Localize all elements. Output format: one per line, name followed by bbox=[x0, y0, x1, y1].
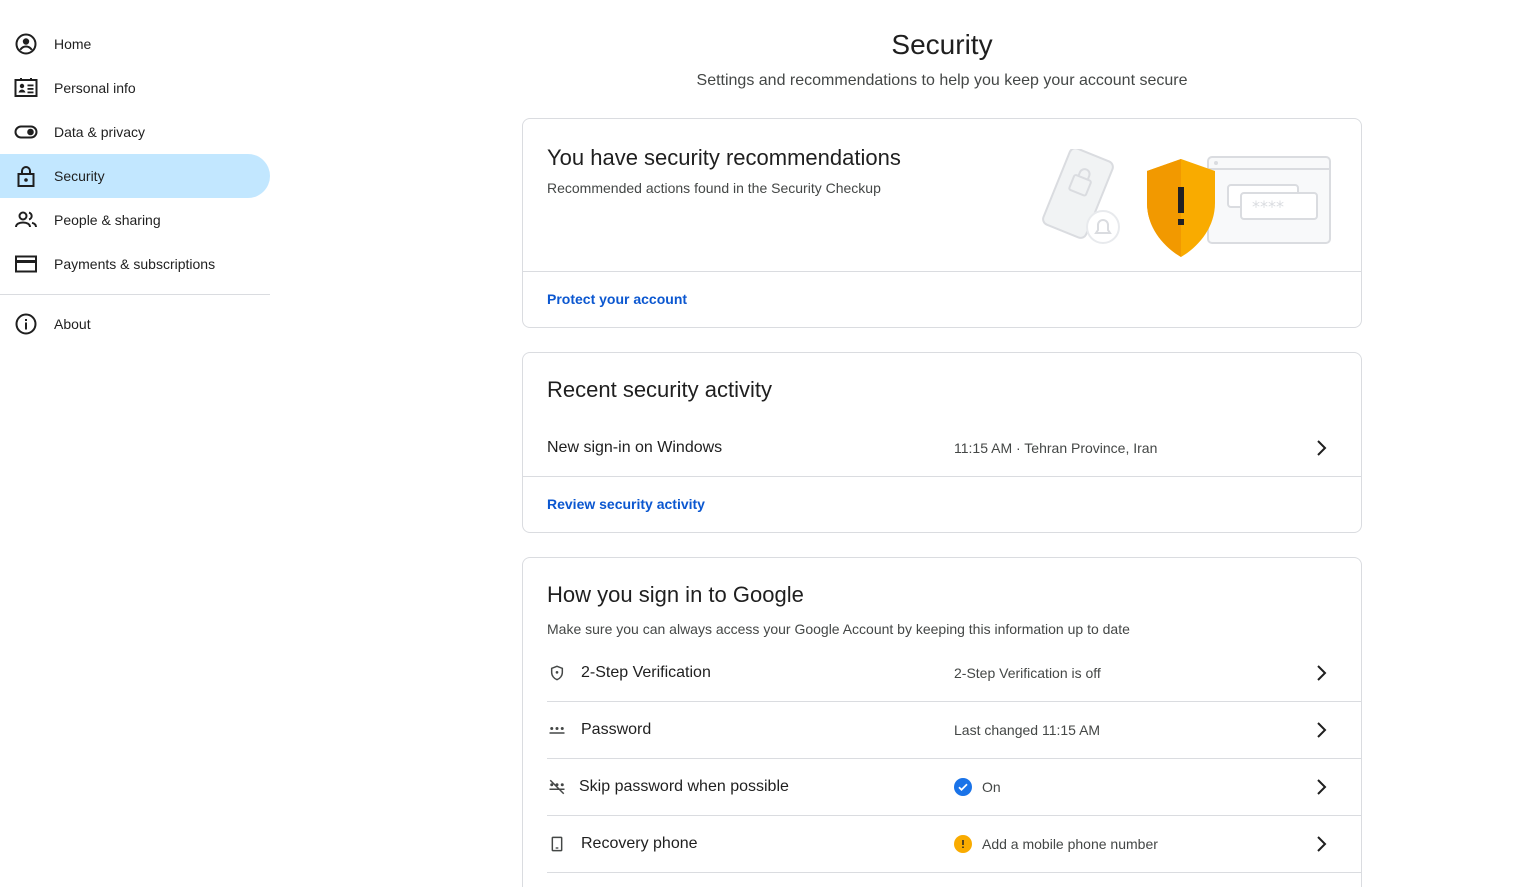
credit-card-icon bbox=[14, 252, 38, 276]
row-label: Skip password when possible bbox=[579, 778, 789, 795]
sidebar-item-label: Payments & subscriptions bbox=[54, 256, 216, 272]
sidebar-item-personal-info[interactable]: Personal info bbox=[0, 66, 270, 110]
signin-title: How you sign in to Google bbox=[547, 582, 804, 607]
activity-row[interactable]: New sign-in on Windows 11:15 AM · Tehran… bbox=[523, 420, 1361, 476]
row-value: 2-Step Verification is off bbox=[954, 665, 1101, 681]
row-value: Add a mobile phone number bbox=[982, 836, 1158, 852]
recommendations-title: You have security recommendations bbox=[547, 145, 901, 170]
row-value: On bbox=[982, 779, 1001, 795]
row-value-wrap: Add a mobile phone number bbox=[954, 835, 1309, 853]
sidebar-item-label: About bbox=[54, 316, 91, 332]
svg-text:****: **** bbox=[1252, 197, 1284, 216]
sidebar-nav: Home Personal info Data & privacy Securi… bbox=[0, 0, 270, 872]
activity-event-label: New sign-in on Windows bbox=[547, 439, 723, 456]
sidebar-item-payments[interactable]: Payments & subscriptions bbox=[0, 242, 270, 286]
row-label: 2-Step Verification bbox=[581, 664, 711, 681]
signin-card: How you sign in to Google Make sure you … bbox=[522, 557, 1362, 887]
password-row[interactable]: Password Last changed 11:15 AM bbox=[523, 702, 1361, 758]
chevron-right-icon bbox=[1309, 436, 1333, 460]
sidebar-item-label: Security bbox=[54, 168, 105, 184]
row-value-wrap: On bbox=[954, 778, 1309, 796]
security-illustration: **** bbox=[1033, 147, 1333, 261]
account-circle-icon bbox=[14, 32, 38, 56]
warning-icon bbox=[954, 835, 972, 853]
sidebar-item-label: Personal info bbox=[54, 80, 136, 96]
page-title: Security bbox=[891, 29, 993, 60]
recent-activity-card: Recent security activity New sign-in on … bbox=[522, 352, 1362, 533]
check-circle-icon bbox=[954, 778, 972, 796]
card-divider bbox=[523, 271, 1361, 272]
toggle-icon bbox=[14, 120, 38, 144]
phone-icon bbox=[547, 834, 567, 854]
sidebar-item-about[interactable]: About bbox=[0, 302, 270, 346]
card-divider bbox=[523, 476, 1361, 477]
two-step-row[interactable]: 2-Step Verification 2-Step Verification … bbox=[523, 645, 1361, 701]
sidebar-item-label: Data & privacy bbox=[54, 124, 146, 140]
protect-account-link[interactable]: Protect your account bbox=[547, 291, 687, 307]
id-card-icon bbox=[14, 76, 38, 100]
sidebar-item-data-privacy[interactable]: Data & privacy bbox=[0, 110, 270, 154]
sidebar-item-label: Home bbox=[54, 36, 92, 52]
people-icon bbox=[14, 208, 38, 232]
sidebar-item-label: People & sharing bbox=[54, 212, 161, 228]
review-activity-link[interactable]: Review security activity bbox=[547, 496, 705, 512]
password-dots-icon bbox=[547, 720, 567, 740]
row-value: Last changed 11:15 AM bbox=[954, 722, 1101, 738]
chevron-right-icon bbox=[1309, 661, 1333, 685]
activity-title: Recent security activity bbox=[547, 377, 772, 402]
info-icon bbox=[14, 312, 38, 336]
lock-icon bbox=[14, 164, 38, 188]
row-label: Recovery phone bbox=[581, 835, 698, 852]
sidebar-item-security[interactable]: Security bbox=[0, 154, 270, 198]
signin-description: Make sure you can always access your Goo… bbox=[547, 621, 1130, 637]
skip-password-row[interactable]: Skip password when possible On bbox=[523, 759, 1361, 815]
activity-event-detail: 11:15 AM · Tehran Province, Iran bbox=[954, 440, 1158, 456]
sidebar-item-people-sharing[interactable]: People & sharing bbox=[0, 198, 270, 242]
recovery-phone-row[interactable]: Recovery phone Add a mobile phone number bbox=[523, 816, 1361, 872]
chevron-right-icon bbox=[1309, 718, 1333, 742]
chevron-right-icon bbox=[1309, 775, 1333, 799]
sidebar-item-home[interactable]: Home bbox=[0, 22, 270, 66]
recommendations-card: You have security recommendations Recomm… bbox=[522, 118, 1362, 328]
recommendations-description: Recommended actions found in the Securit… bbox=[547, 180, 881, 196]
page-subtitle: Settings and recommendations to help you… bbox=[696, 72, 1188, 89]
passkey-icon bbox=[547, 777, 567, 797]
sidebar-divider bbox=[0, 294, 270, 295]
chevron-right-icon bbox=[1309, 832, 1333, 856]
shield-icon bbox=[547, 663, 567, 683]
row-label: Password bbox=[581, 721, 652, 738]
main-content: Security Settings and recommendations to… bbox=[522, 0, 1362, 887]
row-divider bbox=[547, 872, 1361, 873]
